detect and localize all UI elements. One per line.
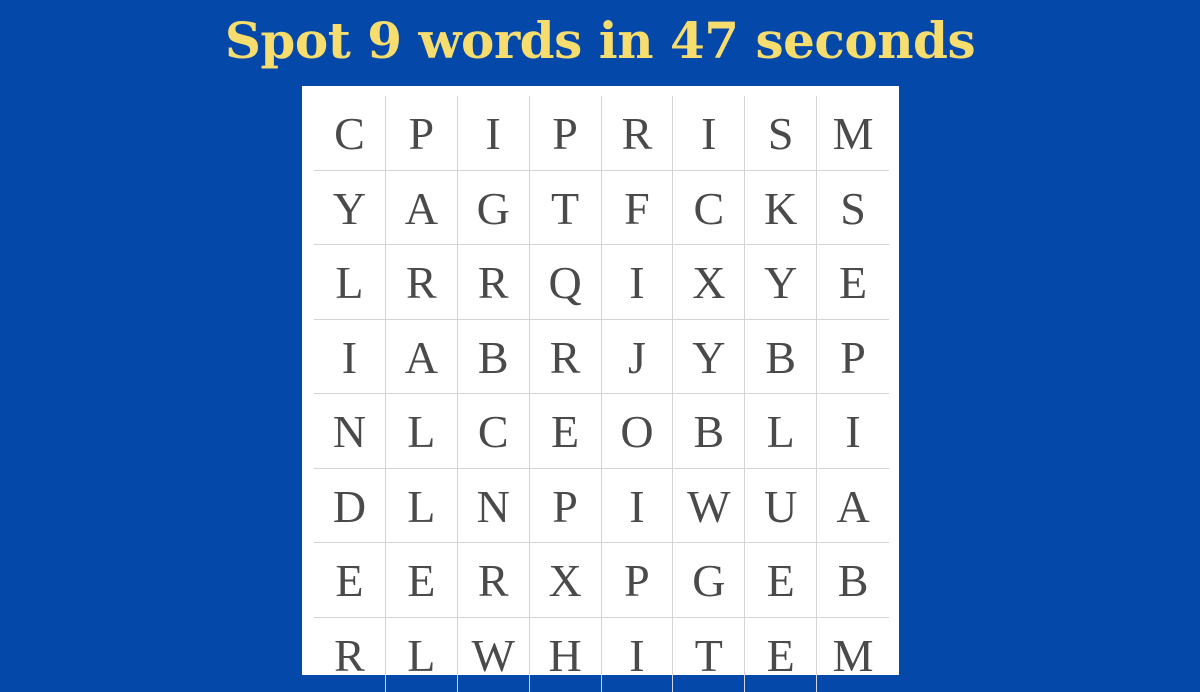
grid-cell-r7-c4[interactable]: X [530,543,602,618]
grid-cell-r2-c4[interactable]: T [530,171,602,246]
grid-cell-r6-c7[interactable]: U [745,469,817,544]
grid-cell-r4-c6[interactable]: Y [673,320,745,395]
grid-cell-r3-c5[interactable]: I [602,245,674,320]
grid-cell-r1-c8[interactable]: M [817,96,889,171]
grid-cell-r5-c2[interactable]: L [386,394,458,469]
grid-cell-r4-c1[interactable]: I [314,320,386,395]
grid-cell-r6-c2[interactable]: L [386,469,458,544]
grid-cell-r8-c4[interactable]: H [530,618,602,692]
grid-cell-r4-c5[interactable]: J [602,320,674,395]
grid-cell-r4-c7[interactable]: B [745,320,817,395]
grid-cell-r7-c7[interactable]: E [745,543,817,618]
grid-cell-r3-c8[interactable]: E [817,245,889,320]
grid-cell-r2-c8[interactable]: S [817,171,889,246]
grid-cell-r6-c5[interactable]: I [602,469,674,544]
grid-cell-r8-c1[interactable]: R [314,618,386,692]
grid-cell-r3-c7[interactable]: Y [745,245,817,320]
word-search-board: CPIPRISMYAGTFCKSLRRQIXYEIABRJYBPNLCEOBLI… [302,86,899,675]
grid-cell-r2-c7[interactable]: K [745,171,817,246]
grid-cell-r3-c4[interactable]: Q [530,245,602,320]
grid-cell-r5-c3[interactable]: C [458,394,530,469]
grid-cell-r7-c1[interactable]: E [314,543,386,618]
grid-cell-r4-c3[interactable]: B [458,320,530,395]
grid-cell-r5-c6[interactable]: B [673,394,745,469]
grid-cell-r4-c4[interactable]: R [530,320,602,395]
grid-cell-r5-c5[interactable]: O [602,394,674,469]
grid-cell-r3-c3[interactable]: R [458,245,530,320]
grid-cell-r5-c4[interactable]: E [530,394,602,469]
grid-cell-r8-c2[interactable]: L [386,618,458,692]
grid-cell-r1-c4[interactable]: P [530,96,602,171]
grid-cell-r1-c1[interactable]: C [314,96,386,171]
grid-cell-r7-c6[interactable]: G [673,543,745,618]
grid-cell-r3-c1[interactable]: L [314,245,386,320]
grid-cell-r5-c8[interactable]: I [817,394,889,469]
grid-cell-r3-c2[interactable]: R [386,245,458,320]
grid-cell-r3-c6[interactable]: X [673,245,745,320]
grid-cell-r2-c1[interactable]: Y [314,171,386,246]
grid-cell-r1-c6[interactable]: I [673,96,745,171]
grid-cell-r8-c8[interactable]: M [817,618,889,692]
grid-cell-r8-c3[interactable]: W [458,618,530,692]
grid-cell-r6-c6[interactable]: W [673,469,745,544]
grid-cell-r1-c2[interactable]: P [386,96,458,171]
grid-cell-r7-c8[interactable]: B [817,543,889,618]
grid-cell-r5-c7[interactable]: L [745,394,817,469]
grid-cell-r4-c2[interactable]: A [386,320,458,395]
grid-cell-r7-c5[interactable]: P [602,543,674,618]
grid-cell-r5-c1[interactable]: N [314,394,386,469]
grid-cell-r2-c3[interactable]: G [458,171,530,246]
grid-cell-r2-c5[interactable]: F [602,171,674,246]
grid-cell-r6-c1[interactable]: D [314,469,386,544]
grid-cell-r8-c6[interactable]: T [673,618,745,692]
grid-cell-r6-c3[interactable]: N [458,469,530,544]
grid-cell-r2-c6[interactable]: C [673,171,745,246]
grid-cell-r7-c3[interactable]: R [458,543,530,618]
grid-cell-r6-c4[interactable]: P [530,469,602,544]
grid-cell-r6-c8[interactable]: A [817,469,889,544]
letter-grid: CPIPRISMYAGTFCKSLRRQIXYEIABRJYBPNLCEOBLI… [314,96,889,675]
grid-cell-r1-c7[interactable]: S [745,96,817,171]
grid-cell-r8-c7[interactable]: E [745,618,817,692]
grid-cell-r1-c5[interactable]: R [602,96,674,171]
grid-cell-r2-c2[interactable]: A [386,171,458,246]
grid-cell-r7-c2[interactable]: E [386,543,458,618]
puzzle-title: Spot 9 words in 47 seconds [0,6,1200,76]
grid-cell-r4-c8[interactable]: P [817,320,889,395]
grid-cell-r8-c5[interactable]: I [602,618,674,692]
grid-cell-r1-c3[interactable]: I [458,96,530,171]
